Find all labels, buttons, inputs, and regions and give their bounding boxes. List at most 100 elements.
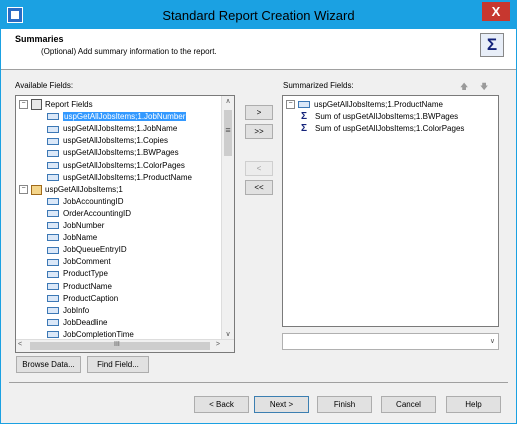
field-label: ProductType [63,269,108,279]
move-up-icon[interactable]: 🡅 [460,81,468,95]
collapse-icon[interactable]: − [19,185,28,195]
field-label: uspGetAllJobsItems;1.ProductName [63,172,192,182]
tree-node-table[interactable]: − uspGetAllJobsItems;1 [19,184,123,196]
separator [9,382,508,383]
table-field-item[interactable]: ProductCaption [47,293,118,305]
field-icon [47,113,59,121]
field-icon [47,307,59,315]
table-field-item[interactable]: JobNumber [47,220,104,232]
field-icon [298,101,310,109]
collapse-icon[interactable]: − [19,100,28,110]
scroll-left-icon[interactable]: < [18,341,22,348]
page-subtitle: (Optional) Add summary information to th… [41,47,217,56]
table-field-item[interactable]: JobInfo [47,305,89,317]
scroll-down-icon[interactable]: ∨ [222,330,234,338]
scroll-right-icon[interactable]: > [216,341,220,348]
add-all-fields-button[interactable]: >> [245,124,273,139]
summarized-fields-tree[interactable]: − uspGetAllJobsItems;1.ProductName Σ Sum o… [282,95,499,327]
field-label: JobDeadline [63,317,108,327]
field-icon [47,149,59,157]
summary-item-label: Sum of uspGetAllJobsItems;1.BWPages [315,112,459,122]
report-field-item[interactable]: uspGetAllJobsItems;1.ColorPages [47,160,185,172]
field-icon [47,198,59,206]
field-icon [47,210,59,218]
hscroll-thumb[interactable] [30,342,210,350]
table-field-item[interactable]: JobName [47,232,97,244]
field-icon [47,137,59,145]
field-icon [47,282,59,290]
chevron-down-icon[interactable]: ∨ [490,337,495,345]
summary-item[interactable]: Σ Sum of uspGetAllJobsItems;1.ColorPages [301,123,464,135]
field-label: uspGetAllJobsItems;1.JobName [63,124,178,134]
back-button[interactable]: < Back [194,396,249,413]
field-icon [47,234,59,242]
summary-operation-combo[interactable]: ∨ [282,333,499,350]
field-label: uspGetAllJobsItems;1.ColorPages [63,160,185,170]
field-label: OrderAccountingID [63,208,132,218]
report-fields-icon [31,99,42,111]
field-icon [47,331,59,339]
next-button[interactable]: Next > [254,396,309,413]
table-field-item[interactable]: OrderAccountingID [47,208,131,220]
page-header: Summaries (Optional) Add summary informa… [1,29,516,70]
field-label: JobAccountingID [63,196,124,206]
horizontal-scrollbar[interactable]: < III > [16,339,234,352]
table-field-item[interactable]: ProductName [47,281,112,293]
available-fields-tree[interactable]: − Report Fields uspGetAllJobsItems;1.JobNu… [15,95,235,353]
summary-group-label: uspGetAllJobsItems;1.ProductName [314,100,443,109]
table-icon [31,184,42,195]
remove-field-button[interactable]: < [245,161,273,176]
table-field-item[interactable]: ProductType [47,268,108,280]
sigma-icon: Σ [301,111,308,122]
field-label: JobComment [63,257,111,267]
finish-button[interactable]: Finish [317,396,372,413]
window-title: Standard Report Creation Wizard [162,8,355,23]
summary-group-row[interactable]: − uspGetAllJobsItems;1.ProductName [286,99,443,111]
sigma-icon: Σ [480,33,504,57]
find-field-button[interactable]: Find Field... [87,356,149,373]
wizard-window: Standard Report Creation Wizard X Summar… [0,0,517,424]
tree-node-report-fields[interactable]: − Report Fields [19,99,93,111]
field-icon [47,246,59,254]
report-field-item[interactable]: uspGetAllJobsItems;1.BWPages [47,147,179,159]
wizard-body: Available Fields: − Report Fields uspGetAl… [1,70,516,423]
remove-all-fields-button[interactable]: << [245,180,273,195]
help-button[interactable]: Help [446,396,501,413]
browse-data-button[interactable]: Browse Data... [16,356,81,373]
add-field-button[interactable]: > [245,105,273,120]
field-label: uspGetAllJobsItems;1.Copies [63,136,168,146]
title-bar: Standard Report Creation Wizard X [1,1,516,29]
available-fields-label: Available Fields: [15,81,74,90]
field-icon [47,258,59,266]
field-icon [47,319,59,327]
table-field-item[interactable]: JobDeadline [47,317,107,329]
grip-icon: ≡ [225,125,231,135]
cancel-button[interactable]: Cancel [381,396,436,413]
field-label: JobCompletionTime [63,329,134,339]
field-label: uspGetAllJobsItems;1.JobNumber [61,111,188,123]
table-field-item[interactable]: JobQueueEntryID [47,244,127,256]
report-field-item[interactable]: uspGetAllJobsItems;1.ProductName [47,172,192,184]
field-icon [47,161,59,169]
summary-item[interactable]: Σ Sum of uspGetAllJobsItems;1.BWPages [301,111,458,123]
table-field-item[interactable]: JobComment [47,256,111,268]
field-icon [47,294,59,302]
field-label: JobName [63,233,98,243]
field-label: ProductCaption [63,293,119,303]
report-field-item[interactable]: uspGetAllJobsItems;1.JobNumber [47,111,188,123]
summary-item-label: Sum of uspGetAllJobsItems;1.ColorPages [315,124,465,134]
scroll-up-icon[interactable]: ∧ [222,97,234,105]
move-down-icon[interactable]: 🡇 [480,81,488,95]
report-field-item[interactable]: uspGetAllJobsItems;1.JobName [47,123,177,135]
field-label: JobNumber [63,221,105,230]
table-label: uspGetAllJobsItems;1 [45,184,123,194]
field-label: JobQueueEntryID [63,245,127,255]
collapse-icon[interactable]: − [286,100,295,110]
page-title: Summaries [15,34,64,44]
report-field-item[interactable]: uspGetAllJobsItems;1.Copies [47,135,168,147]
report-fields-label: Report Fields [45,100,93,109]
vertical-scrollbar[interactable]: ∧ ≡ ∨ [221,96,234,339]
table-field-item[interactable]: JobAccountingID [47,196,123,208]
sigma-icon: Σ [301,123,308,134]
close-button[interactable]: X [482,2,510,21]
